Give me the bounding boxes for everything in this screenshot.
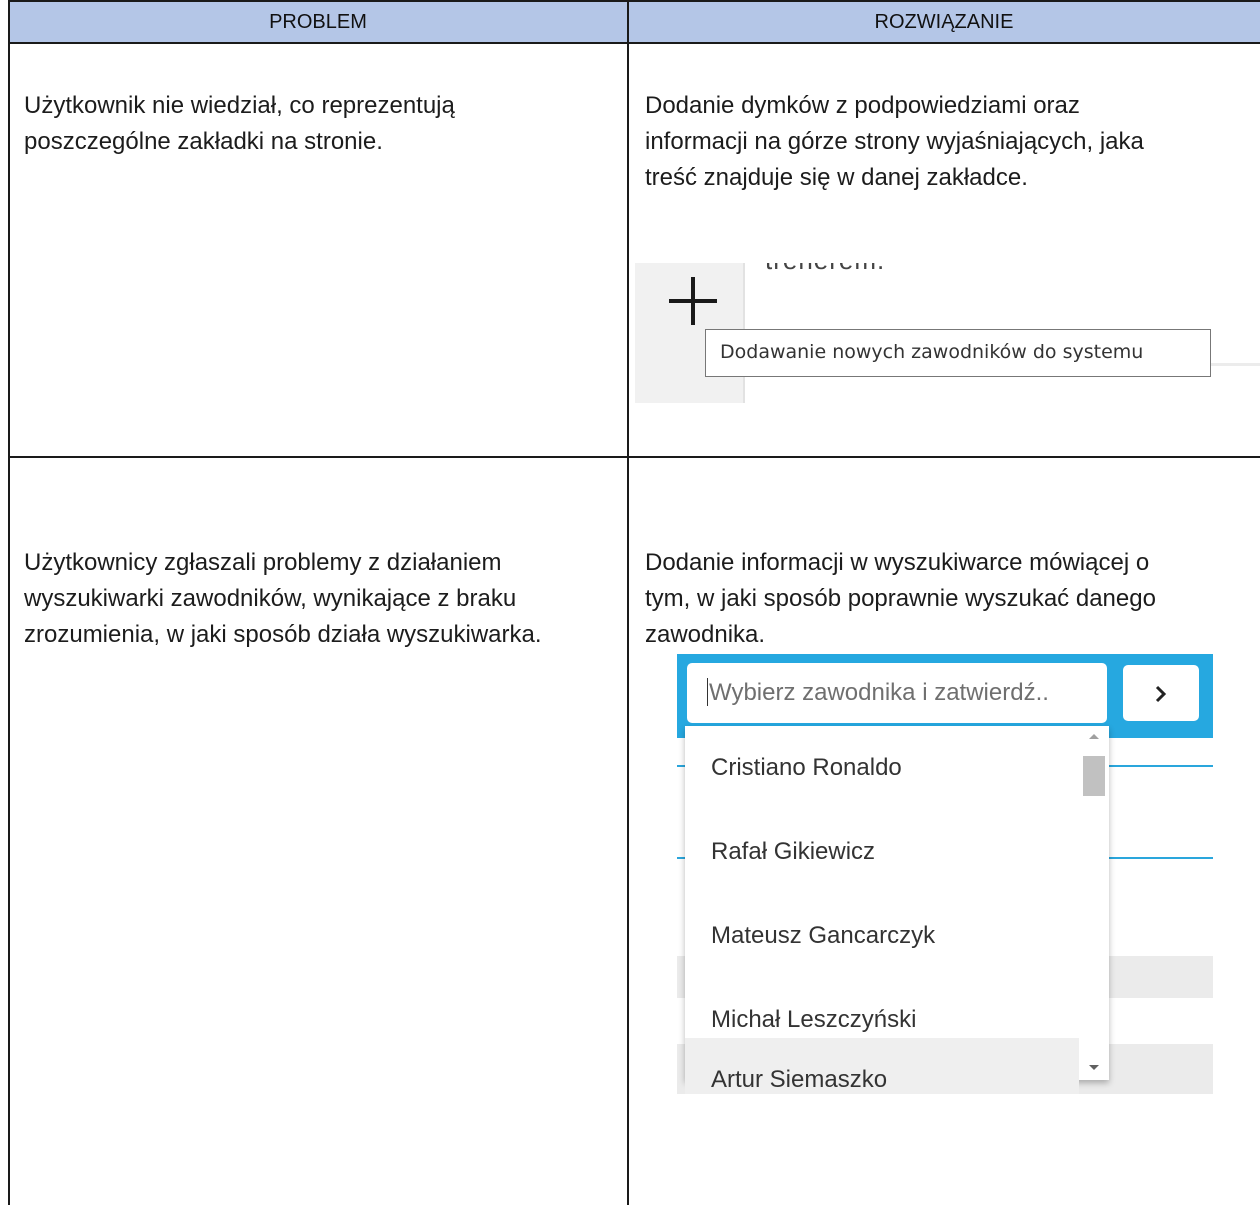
dropdown-option-highlighted[interactable]: Artur Siemaszko xyxy=(685,1038,1079,1094)
table-header-row: PROBLEM ROZWIĄZANIE xyxy=(8,0,1260,44)
scroll-down-arrow-icon[interactable] xyxy=(1089,1065,1099,1070)
table-row-divider xyxy=(8,456,1260,458)
player-dropdown[interactable]: Cristiano Ronaldo Rafał Gikiewicz Mateus… xyxy=(685,726,1109,1094)
chevron-right-icon xyxy=(1155,685,1167,703)
text-line: zawodnika. xyxy=(645,621,766,648)
text-line: wyszukiwarki zawodników, wynikające z br… xyxy=(24,585,517,612)
dropdown-option[interactable]: Cristiano Ronaldo xyxy=(685,726,1079,810)
table-border-left xyxy=(8,0,10,1205)
text-line: Dodanie dymków z podpowiedziami oraz xyxy=(645,92,1080,119)
row-1-problem: Użytkownik nie wiedział, co reprezentują… xyxy=(24,88,455,160)
search-placeholder: Wybierz zawodnika i zatwierdź.. xyxy=(709,679,1049,706)
text-line: Użytkownicy zgłaszali problemy z działan… xyxy=(24,549,502,576)
text-caret xyxy=(707,677,708,706)
text-line: Użytkownik nie wiedział, co reprezentują xyxy=(24,92,455,119)
text-line: Dodanie informacji w wyszukiwarce mówiąc… xyxy=(645,549,1150,576)
text-line: informacji na górze strony wyjaśniającyc… xyxy=(645,128,1144,155)
clipped-text: trenerem. xyxy=(765,263,885,276)
scroll-up-arrow-icon[interactable] xyxy=(1089,734,1099,739)
scroll-thumb[interactable] xyxy=(1083,756,1105,796)
tooltip-screenshot: trenerem. Dodawanie nowych zawodników do… xyxy=(635,263,1260,403)
row-2-problem: Użytkownicy zgłaszali problemy z działan… xyxy=(24,545,542,653)
tooltip: Dodawanie nowych zawodników do systemu xyxy=(705,329,1211,377)
player-search-input[interactable]: Wybierz zawodnika i zatwierdź.. xyxy=(687,663,1107,723)
text-line: treść znajduje się w danej zakładce. xyxy=(645,164,1028,191)
text-line: poszczególne zakładki na stronie. xyxy=(24,128,383,155)
header-solution: ROZWIĄZANIE xyxy=(874,11,1014,33)
search-screenshot: Wybierz zawodnika i zatwierdź.. Cristian… xyxy=(677,654,1213,1094)
row-2-solution: Dodanie informacji w wyszukiwarce mówiąc… xyxy=(645,545,1156,653)
dropdown-option[interactable]: Rafał Gikiewicz xyxy=(685,810,1079,894)
header-problem: PROBLEM xyxy=(269,11,367,33)
text-line: tym, w jaki sposób poprawnie wyszukać da… xyxy=(645,585,1156,612)
submit-button[interactable] xyxy=(1123,665,1199,721)
dropdown-option[interactable]: Mateusz Gancarczyk xyxy=(685,894,1079,978)
plus-icon[interactable] xyxy=(665,273,721,329)
table-column-divider xyxy=(627,0,629,1205)
dropdown-scrollbar[interactable] xyxy=(1079,726,1109,1080)
text-line: zrozumienia, w jaki sposób działa wyszuk… xyxy=(24,621,542,648)
row-1-solution: Dodanie dymków z podpowiedziami oraz inf… xyxy=(645,88,1144,196)
